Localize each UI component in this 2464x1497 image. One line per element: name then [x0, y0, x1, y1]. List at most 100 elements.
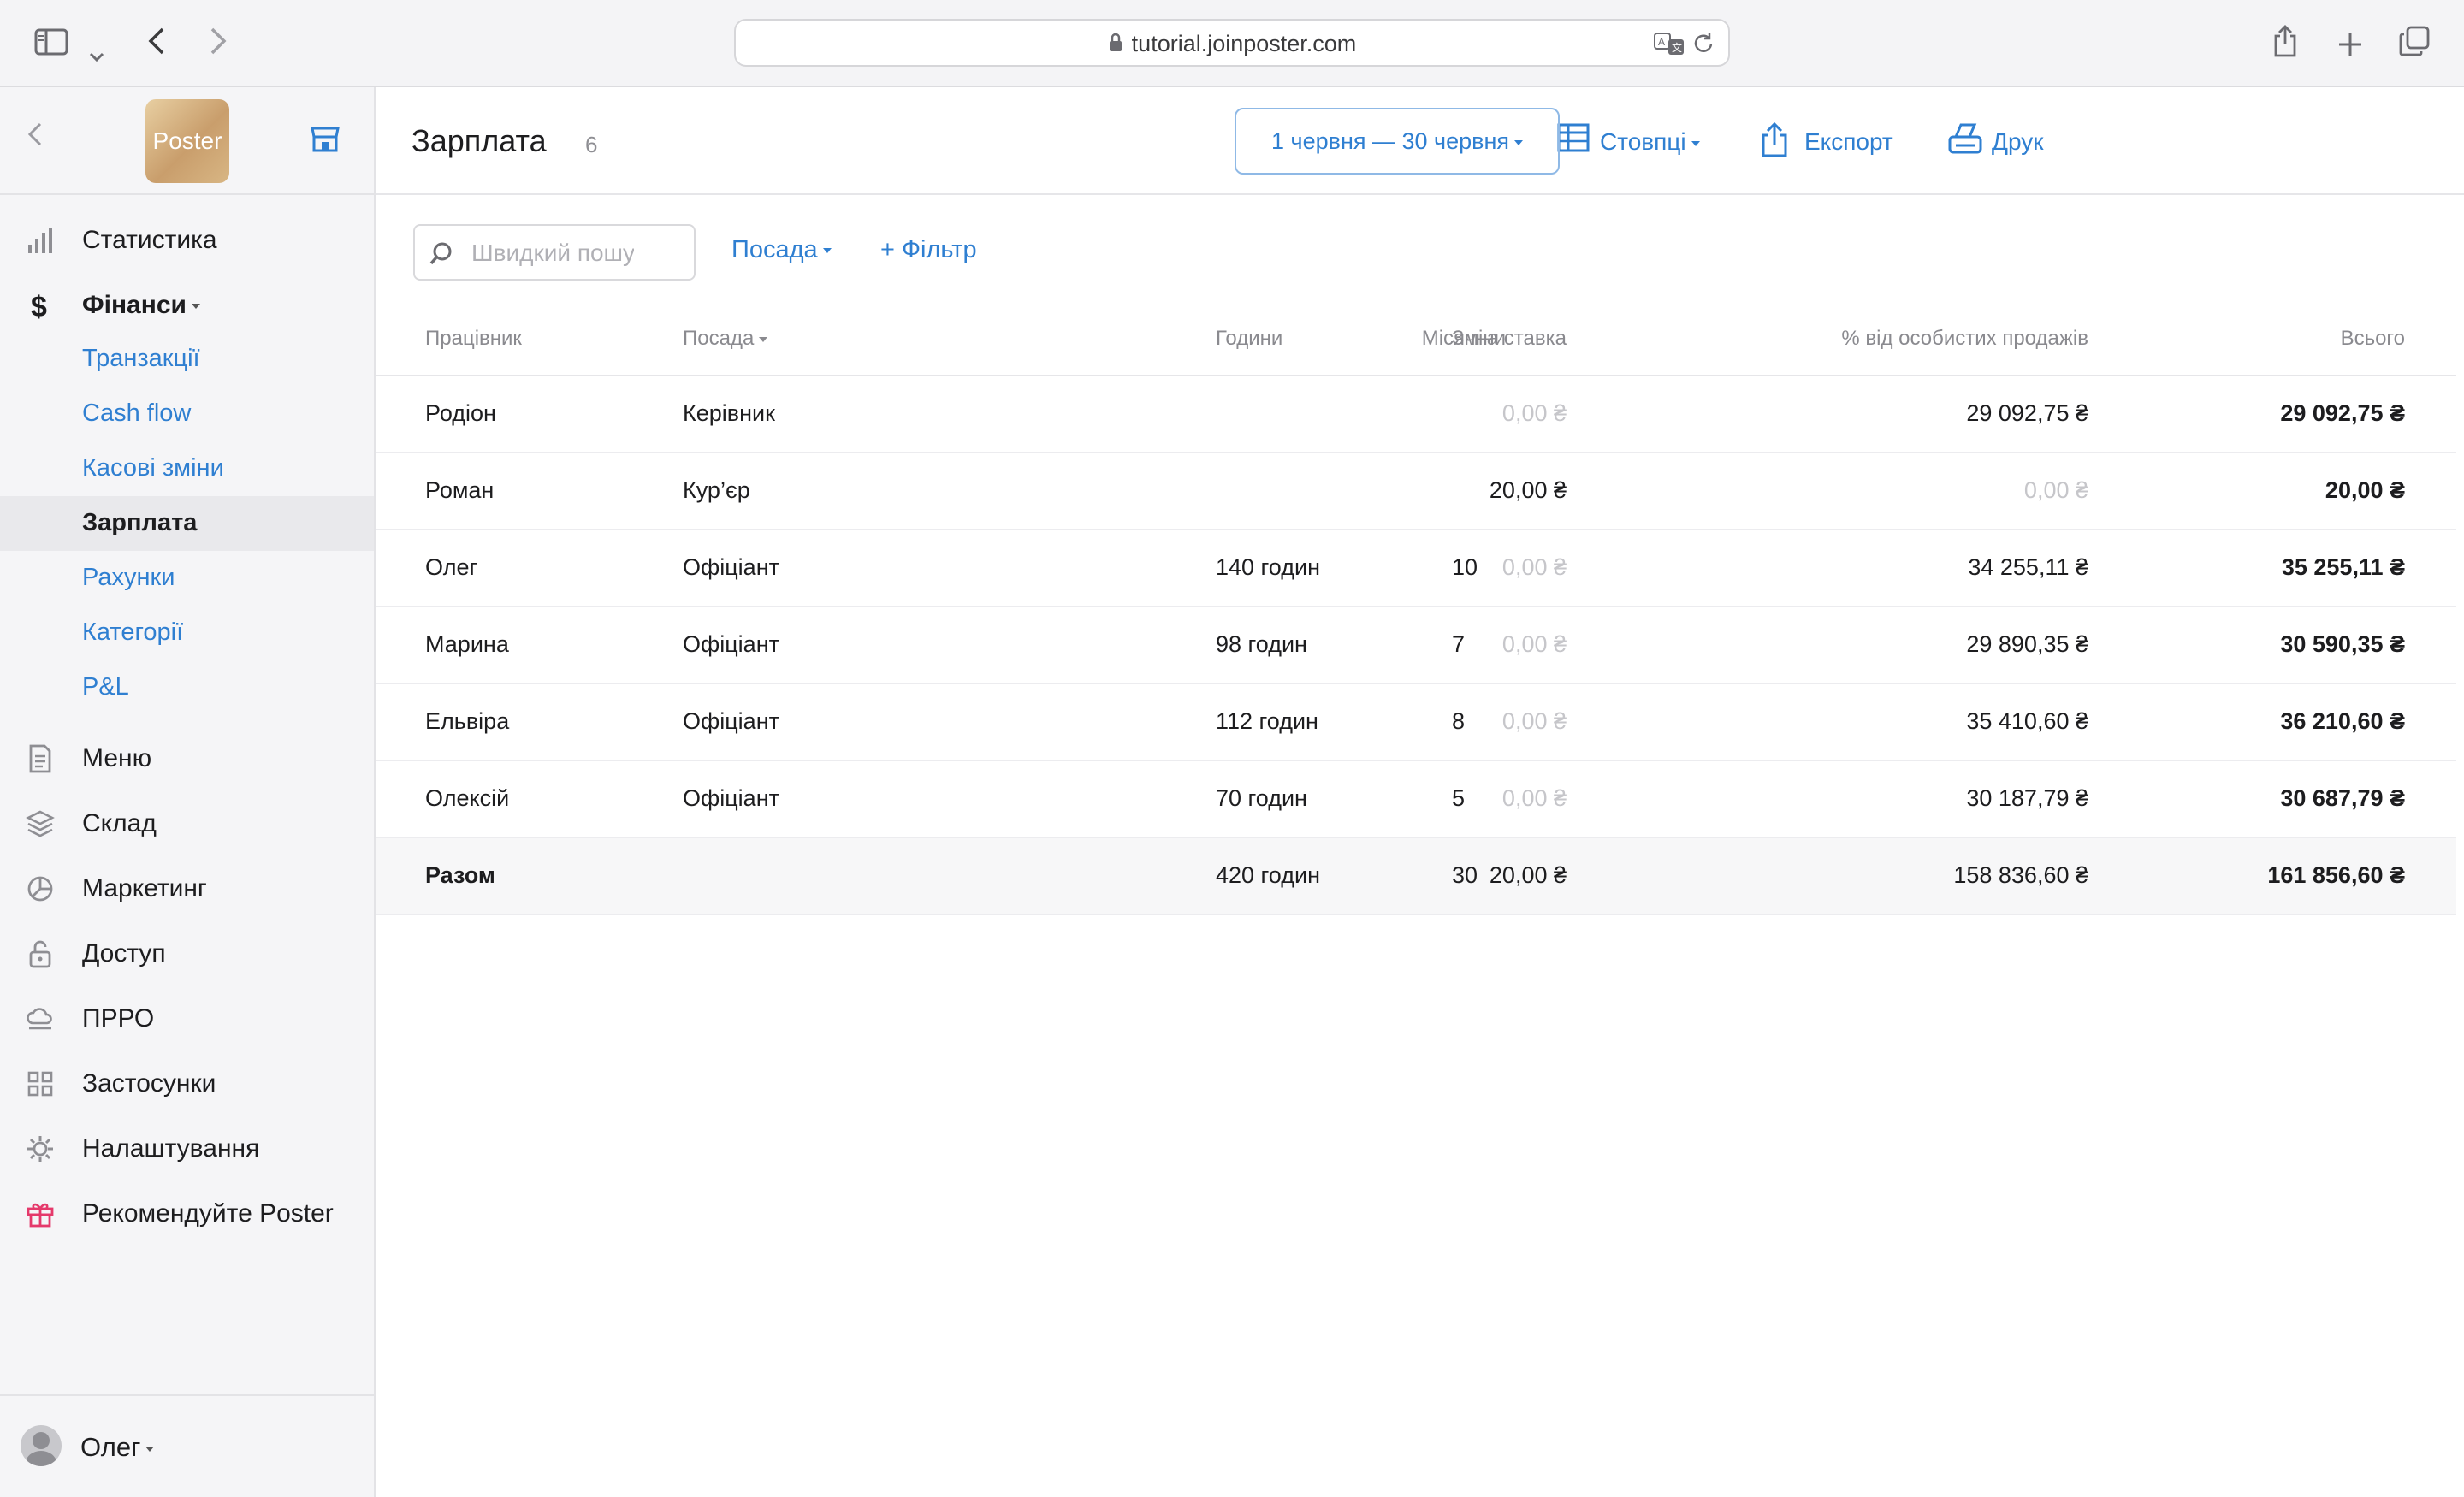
cell-total: 20,00 ₴	[2325, 477, 2405, 503]
sidebar-header: Poster	[0, 87, 374, 195]
col-shifts[interactable]: Зміни	[1452, 327, 1506, 351]
sidebar-toggle-icon[interactable]	[34, 26, 68, 65]
sidebar-subitem-pl[interactable]: P&L	[0, 660, 374, 715]
chevron-down-icon[interactable]	[89, 33, 104, 72]
add-filter-button[interactable]: + Фільтр	[880, 236, 977, 264]
cell-sales-percent: 35 410,60 ₴	[1966, 708, 2088, 734]
chevron-down-icon	[1514, 139, 1523, 145]
record-count: 6	[585, 132, 598, 157]
table-row[interactable]: Родіон Керівник 0,00 ₴ 29 092,75 ₴ 29 09…	[376, 376, 2456, 453]
quick-search[interactable]	[413, 224, 696, 281]
table-row[interactable]: Ельвіра Офіціант 0,00 ₴ 112 годин 8 35 4…	[376, 684, 2456, 761]
sidebar-item-marketing[interactable]: Маркетинг	[0, 862, 374, 914]
position-filter[interactable]: Посада	[732, 236, 832, 264]
col-hours[interactable]: Години	[1216, 327, 1282, 351]
address-bar[interactable]: tutorial.joinposter.com A文	[734, 19, 1730, 67]
cell-hours: 98 годин	[1216, 631, 1307, 657]
print-icon	[1948, 123, 1982, 154]
sidebar-item-label: Рекомендуйте Poster	[82, 1199, 334, 1228]
cell-sales-percent: 29 092,75 ₴	[1966, 400, 2088, 426]
sidebar-subitem-label: Касові зміни	[82, 454, 224, 482]
sidebar-item-finance[interactable]: $ Фінанси	[0, 279, 374, 330]
translate-icon[interactable]: A文	[1653, 31, 1685, 56]
cell-employee: Олексій	[425, 785, 510, 811]
new-tab-icon[interactable]	[2337, 27, 2363, 67]
chevron-down-icon	[145, 1446, 155, 1452]
sidebar-subitem-label: Категорії	[82, 618, 184, 646]
col-total[interactable]: Всього	[2341, 327, 2405, 351]
url-text: tutorial.joinposter.com	[1131, 31, 1357, 56]
avatar	[21, 1425, 62, 1466]
chevron-down-icon	[1691, 140, 1700, 146]
page-title: Зарплата	[412, 123, 547, 158]
totals-hours: 420 годин	[1216, 862, 1320, 888]
browser-toolbar: tutorial.joinposter.com A文	[0, 0, 2464, 87]
sidebar-item-prro[interactable]: ПРРО	[0, 992, 374, 1044]
cell-shifts: 10	[1452, 554, 1478, 580]
poster-logo[interactable]: Poster	[145, 99, 229, 183]
columns-label: Стовпці	[1600, 128, 1686, 155]
cell-hours: 112 годин	[1216, 708, 1318, 734]
user-name: Олег	[80, 1432, 155, 1463]
cell-total: 36 210,60 ₴	[2280, 708, 2405, 734]
sidebar-item-statistics[interactable]: Статистика	[0, 214, 374, 265]
sidebar-item-menu[interactable]: Меню	[0, 732, 374, 784]
cell-position: Офіціант	[683, 554, 779, 580]
sidebar-item-recommend[interactable]: Рекомендуйте Poster	[0, 1187, 374, 1239]
table-totals-row: Разом 20,00 ₴ 420 годин 30 158 836,60 ₴ …	[376, 838, 2456, 915]
date-range-picker[interactable]: 1 червня — 30 червня	[1235, 108, 1560, 175]
sidebar-item-label: ПРРО	[82, 1004, 155, 1033]
sidebar-subitem-label: Зарплата	[82, 509, 198, 536]
col-position[interactable]: Посада	[683, 327, 768, 351]
sidebar-subitem-accounts[interactable]: Рахунки	[0, 551, 374, 606]
tabs-overview-icon[interactable]	[2399, 26, 2430, 66]
cell-shifts: 8	[1452, 708, 1466, 734]
cell-position: Офіціант	[683, 708, 779, 734]
table-row[interactable]: Роман Кур’єр 20,00 ₴ 0,00 ₴ 20,00 ₴	[376, 453, 2456, 530]
cell-monthly-rate: 0,00 ₴	[1502, 708, 1567, 734]
collapse-sidebar-icon[interactable]	[27, 121, 43, 151]
sidebar-item-label: Налаштування	[82, 1134, 260, 1163]
cell-monthly-rate: 0,00 ₴	[1502, 785, 1567, 811]
sidebar-item-label: Склад	[82, 809, 157, 837]
totals-label: Разом	[425, 862, 495, 888]
col-employee[interactable]: Працівник	[425, 327, 522, 351]
sidebar-item-apps[interactable]: Застосунки	[0, 1057, 374, 1109]
totals-monthly-rate: 20,00 ₴	[1489, 862, 1567, 888]
forward-icon[interactable]	[209, 26, 228, 65]
search-input[interactable]	[471, 238, 634, 269]
col-sales-percent[interactable]: % від особистих продажів	[1841, 327, 2088, 351]
sidebar-subitem-categories[interactable]: Категорії	[0, 606, 374, 660]
svg-text:$: $	[31, 291, 47, 320]
user-menu[interactable]: Олег	[0, 1394, 374, 1497]
sidebar-item-label: Статистика	[82, 226, 217, 254]
grid-icon	[27, 1071, 53, 1097]
export-button[interactable]: Експорт	[1760, 121, 1914, 161]
print-button[interactable]: Друк	[1947, 121, 2058, 161]
dollar-icon: $	[31, 291, 47, 320]
reload-icon[interactable]	[1691, 31, 1716, 56]
sidebar-item-settings[interactable]: Налаштування	[0, 1122, 374, 1174]
columns-button[interactable]: Стовпці	[1557, 121, 1711, 161]
store-icon[interactable]	[310, 125, 341, 158]
lock-icon	[1109, 33, 1122, 51]
share-icon[interactable]	[2272, 24, 2298, 68]
cell-employee: Марина	[425, 631, 509, 657]
table-row[interactable]: Олег Офіціант 0,00 ₴ 140 годин 10 34 255…	[376, 530, 2456, 607]
sidebar-subitem-label: Cash flow	[82, 399, 192, 427]
sidebar-subitem-cash-shifts[interactable]: Касові зміни	[0, 441, 374, 496]
sidebar-subitem-transactions[interactable]: Транзакції	[0, 332, 374, 387]
sidebar-subitem-cash-flow[interactable]: Cash flow	[0, 387, 374, 441]
cell-employee: Ельвіра	[425, 708, 510, 734]
table-row[interactable]: Марина Офіціант 0,00 ₴ 98 годин 7 29 890…	[376, 607, 2456, 684]
page-header: Зарплата 6 Стовпці Експорт Друк 1 червня…	[376, 87, 2464, 195]
sidebar-item-warehouse[interactable]: Склад	[0, 797, 374, 849]
cell-total: 30 590,35 ₴	[2280, 631, 2405, 657]
gift-icon	[27, 1203, 54, 1228]
back-icon[interactable]	[147, 26, 166, 65]
table-row[interactable]: Олексій Офіціант 0,00 ₴ 70 годин 5 30 18…	[376, 761, 2456, 838]
sidebar-item-access[interactable]: Доступ	[0, 927, 374, 979]
cell-sales-percent: 29 890,35 ₴	[1966, 631, 2088, 657]
sidebar-item-label: Застосунки	[82, 1069, 216, 1098]
sidebar-subitem-salary[interactable]: Зарплата	[0, 496, 374, 551]
